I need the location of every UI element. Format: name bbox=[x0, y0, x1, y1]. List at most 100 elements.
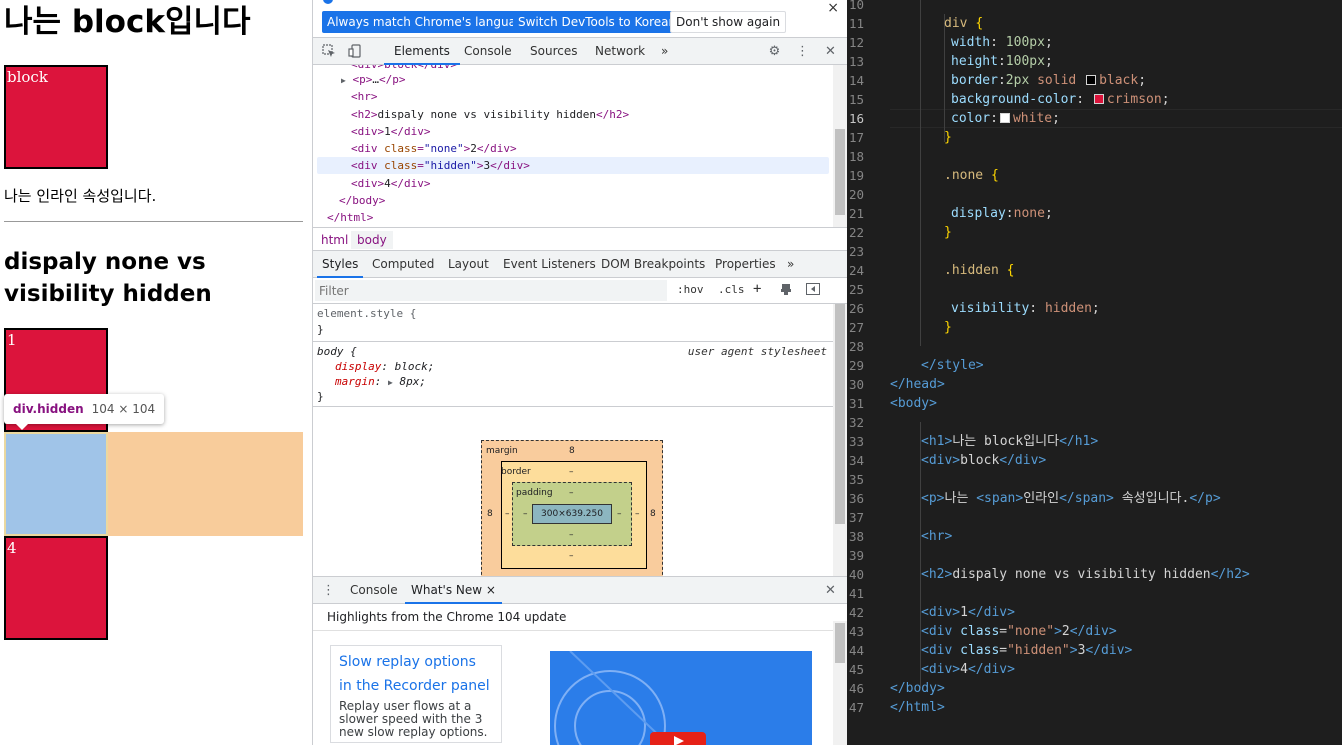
box-model-margin-right[interactable]: 8 bbox=[650, 509, 656, 519]
code-line-26[interactable]: visibility: hidden; bbox=[890, 299, 1100, 318]
more-tabs-chevron-icon[interactable]: » bbox=[661, 38, 668, 65]
display-declaration[interactable]: display: block; bbox=[335, 360, 434, 374]
tab-computed[interactable]: Computed bbox=[372, 251, 434, 278]
dom-scrollbar-thumb[interactable] bbox=[835, 129, 845, 215]
toggle-sidebar-icon[interactable] bbox=[806, 283, 820, 298]
margin-declaration[interactable]: margin: ▶ 8px; bbox=[335, 375, 426, 389]
code-line-44[interactable]: <div class="hidden">3</div> bbox=[890, 641, 1132, 660]
code-line-40[interactable]: <h2>dispaly none vs visibility hidden</h… bbox=[890, 565, 1250, 584]
tab-event-listeners[interactable]: Event Listeners bbox=[503, 251, 596, 278]
tab-elements[interactable]: Elements bbox=[384, 38, 460, 65]
code-line-43[interactable]: <div class="none">2</div> bbox=[890, 622, 1117, 641]
color-swatch-black[interactable] bbox=[1086, 75, 1097, 85]
code-line-45[interactable]: <div>4</div> bbox=[890, 660, 1015, 679]
code-line-34[interactable]: <div>block</div> bbox=[890, 451, 1046, 470]
close-drawer-icon[interactable]: ✕ bbox=[823, 583, 838, 598]
code-line-42[interactable]: <div>1</div> bbox=[890, 603, 1015, 622]
tab-console[interactable]: Console bbox=[464, 38, 512, 65]
dom-node-p[interactable]: ▶ <p>…</p> bbox=[341, 71, 405, 88]
tab-styles[interactable]: Styles bbox=[317, 251, 364, 278]
code-line-27[interactable]: } bbox=[890, 318, 952, 337]
drawer-tab-console[interactable]: Console bbox=[350, 577, 398, 604]
tab-dom-breakpoints[interactable]: DOM Breakpoints bbox=[601, 251, 705, 278]
element-style-rule[interactable]: element.style { } bbox=[313, 304, 833, 342]
code-line-14[interactable]: border:2px solid black; bbox=[890, 71, 1146, 90]
toggle-print-icon[interactable] bbox=[780, 283, 792, 298]
code-line-38[interactable]: <hr> bbox=[890, 527, 952, 546]
code-line-16[interactable]: color: white; bbox=[890, 109, 1060, 128]
code-line-46[interactable]: </body> bbox=[890, 679, 945, 698]
dom-node-body-close[interactable]: </body> bbox=[339, 192, 385, 209]
tab-properties[interactable]: Properties bbox=[715, 251, 776, 278]
whats-new-video-thumbnail[interactable] bbox=[550, 651, 812, 745]
code-line-21[interactable]: display:none; bbox=[890, 204, 1053, 223]
box-model-border-top[interactable]: – bbox=[569, 467, 574, 477]
dom-node-div-none[interactable]: <div class="none">2</div> bbox=[351, 140, 517, 157]
styles-filter-input[interactable] bbox=[315, 280, 667, 301]
drawer-tab-whats-new[interactable]: What's New × bbox=[405, 577, 502, 604]
dont-show-again-button[interactable]: Don't show again bbox=[670, 11, 787, 33]
code-line-11[interactable]: div { bbox=[890, 14, 983, 33]
box-model-padding-left[interactable]: – bbox=[523, 509, 528, 519]
dom-scrollbar[interactable] bbox=[833, 65, 847, 227]
color-swatch-crimson[interactable] bbox=[1093, 94, 1104, 104]
code-line-36[interactable]: <p>나는 <span>인라인</span> 속성입니다.</p> bbox=[890, 489, 1221, 508]
close-tab-icon[interactable]: × bbox=[486, 583, 496, 597]
tab-layout[interactable]: Layout bbox=[448, 251, 489, 278]
hover-state-toggle[interactable]: :hov bbox=[677, 283, 704, 296]
code-line-19[interactable]: .none { bbox=[890, 166, 999, 185]
box-model-border-bottom[interactable]: – bbox=[569, 551, 574, 561]
more-subtabs-chevron-icon[interactable]: » bbox=[787, 251, 794, 278]
code-line-30[interactable]: </head> bbox=[890, 375, 945, 394]
box-model-padding-bottom[interactable]: – bbox=[569, 530, 574, 540]
dom-node-div-hidden-selected[interactable]: <div class="hidden">3</div> bbox=[317, 157, 829, 174]
box-model-padding-right[interactable]: – bbox=[617, 509, 622, 519]
dom-node-hr[interactable]: <hr> bbox=[351, 88, 378, 105]
close-devtools-icon[interactable]: ✕ bbox=[823, 44, 838, 59]
box-model-margin-left[interactable]: 8 bbox=[487, 509, 493, 519]
breadcrumb-html[interactable]: html bbox=[315, 231, 354, 249]
code-line-31[interactable]: <body> bbox=[890, 394, 937, 413]
code-line-17[interactable]: } bbox=[890, 128, 952, 147]
dom-node-html-close[interactable]: </html> bbox=[327, 209, 373, 226]
tab-sources[interactable]: Sources bbox=[530, 38, 577, 65]
breadcrumb-body[interactable]: body bbox=[351, 231, 393, 249]
styles-scrollbar-thumb[interactable] bbox=[835, 304, 845, 524]
code-line-47[interactable]: </html> bbox=[890, 698, 945, 717]
box-model-margin-top[interactable]: 8 bbox=[569, 446, 575, 456]
settings-gear-icon[interactable]: ⚙ bbox=[767, 44, 782, 59]
inspect-element-icon[interactable] bbox=[321, 44, 336, 59]
box-model-border-right[interactable]: – bbox=[635, 509, 640, 519]
body-ua-rule[interactable]: body { user agent stylesheet display: bl… bbox=[313, 342, 833, 407]
code-line-12[interactable]: width: 100px; bbox=[890, 33, 1053, 52]
dom-node-div-4[interactable]: <div>4</div> bbox=[351, 175, 431, 192]
drawer-scrollbar-thumb[interactable] bbox=[835, 623, 845, 663]
expand-triangle-icon[interactable]: ▶ bbox=[341, 76, 346, 85]
styles-scrollbar[interactable] bbox=[833, 304, 847, 576]
code-editor[interactable]: 10 11 12 13 14 15 16 17 18 19 20 21 22 23 24 25 26 27 28 29… bbox=[847, 0, 1342, 745]
tab-network[interactable]: Network bbox=[595, 38, 645, 65]
box-model-content[interactable]: 300×639.250 bbox=[532, 504, 612, 524]
code-line-33[interactable]: <h1>나는 block입니다</h1> bbox=[890, 432, 1098, 451]
code-line-15[interactable]: background-color: crimson; bbox=[890, 90, 1170, 109]
box-model-border-left[interactable]: – bbox=[505, 509, 510, 519]
dom-node-h2[interactable]: <h2>dispaly none vs visibility hidden</h… bbox=[351, 106, 629, 123]
switch-korean-button[interactable]: Switch DevTools to Korean bbox=[513, 11, 682, 33]
more-options-icon[interactable]: ⋮ bbox=[795, 44, 810, 59]
device-toolbar-icon[interactable] bbox=[347, 44, 362, 59]
whats-new-link[interactable]: Slow replay options in the Recorder pane… bbox=[339, 650, 493, 698]
code-line-29[interactable]: </style> bbox=[890, 356, 984, 375]
match-language-button[interactable]: Always match Chrome's language bbox=[322, 11, 536, 33]
code-line-13[interactable]: height:100px; bbox=[890, 52, 1053, 71]
color-swatch-white[interactable] bbox=[999, 113, 1010, 123]
box-model-padding-top[interactable]: – bbox=[569, 488, 574, 498]
class-toggle[interactable]: .cls bbox=[718, 283, 745, 296]
code-line-22[interactable]: } bbox=[890, 223, 952, 242]
new-rule-plus-icon[interactable]: + bbox=[753, 281, 761, 297]
ua-stylesheet-source[interactable]: user agent stylesheet bbox=[688, 345, 827, 359]
dom-node-div-1[interactable]: <div>1</div> bbox=[351, 123, 431, 140]
drawer-scrollbar[interactable] bbox=[833, 621, 847, 745]
drawer-menu-icon[interactable]: ⋮ bbox=[321, 583, 336, 598]
code-line-24[interactable]: .hidden { bbox=[890, 261, 1014, 280]
infobar-close-icon[interactable]: × bbox=[827, 0, 839, 16]
